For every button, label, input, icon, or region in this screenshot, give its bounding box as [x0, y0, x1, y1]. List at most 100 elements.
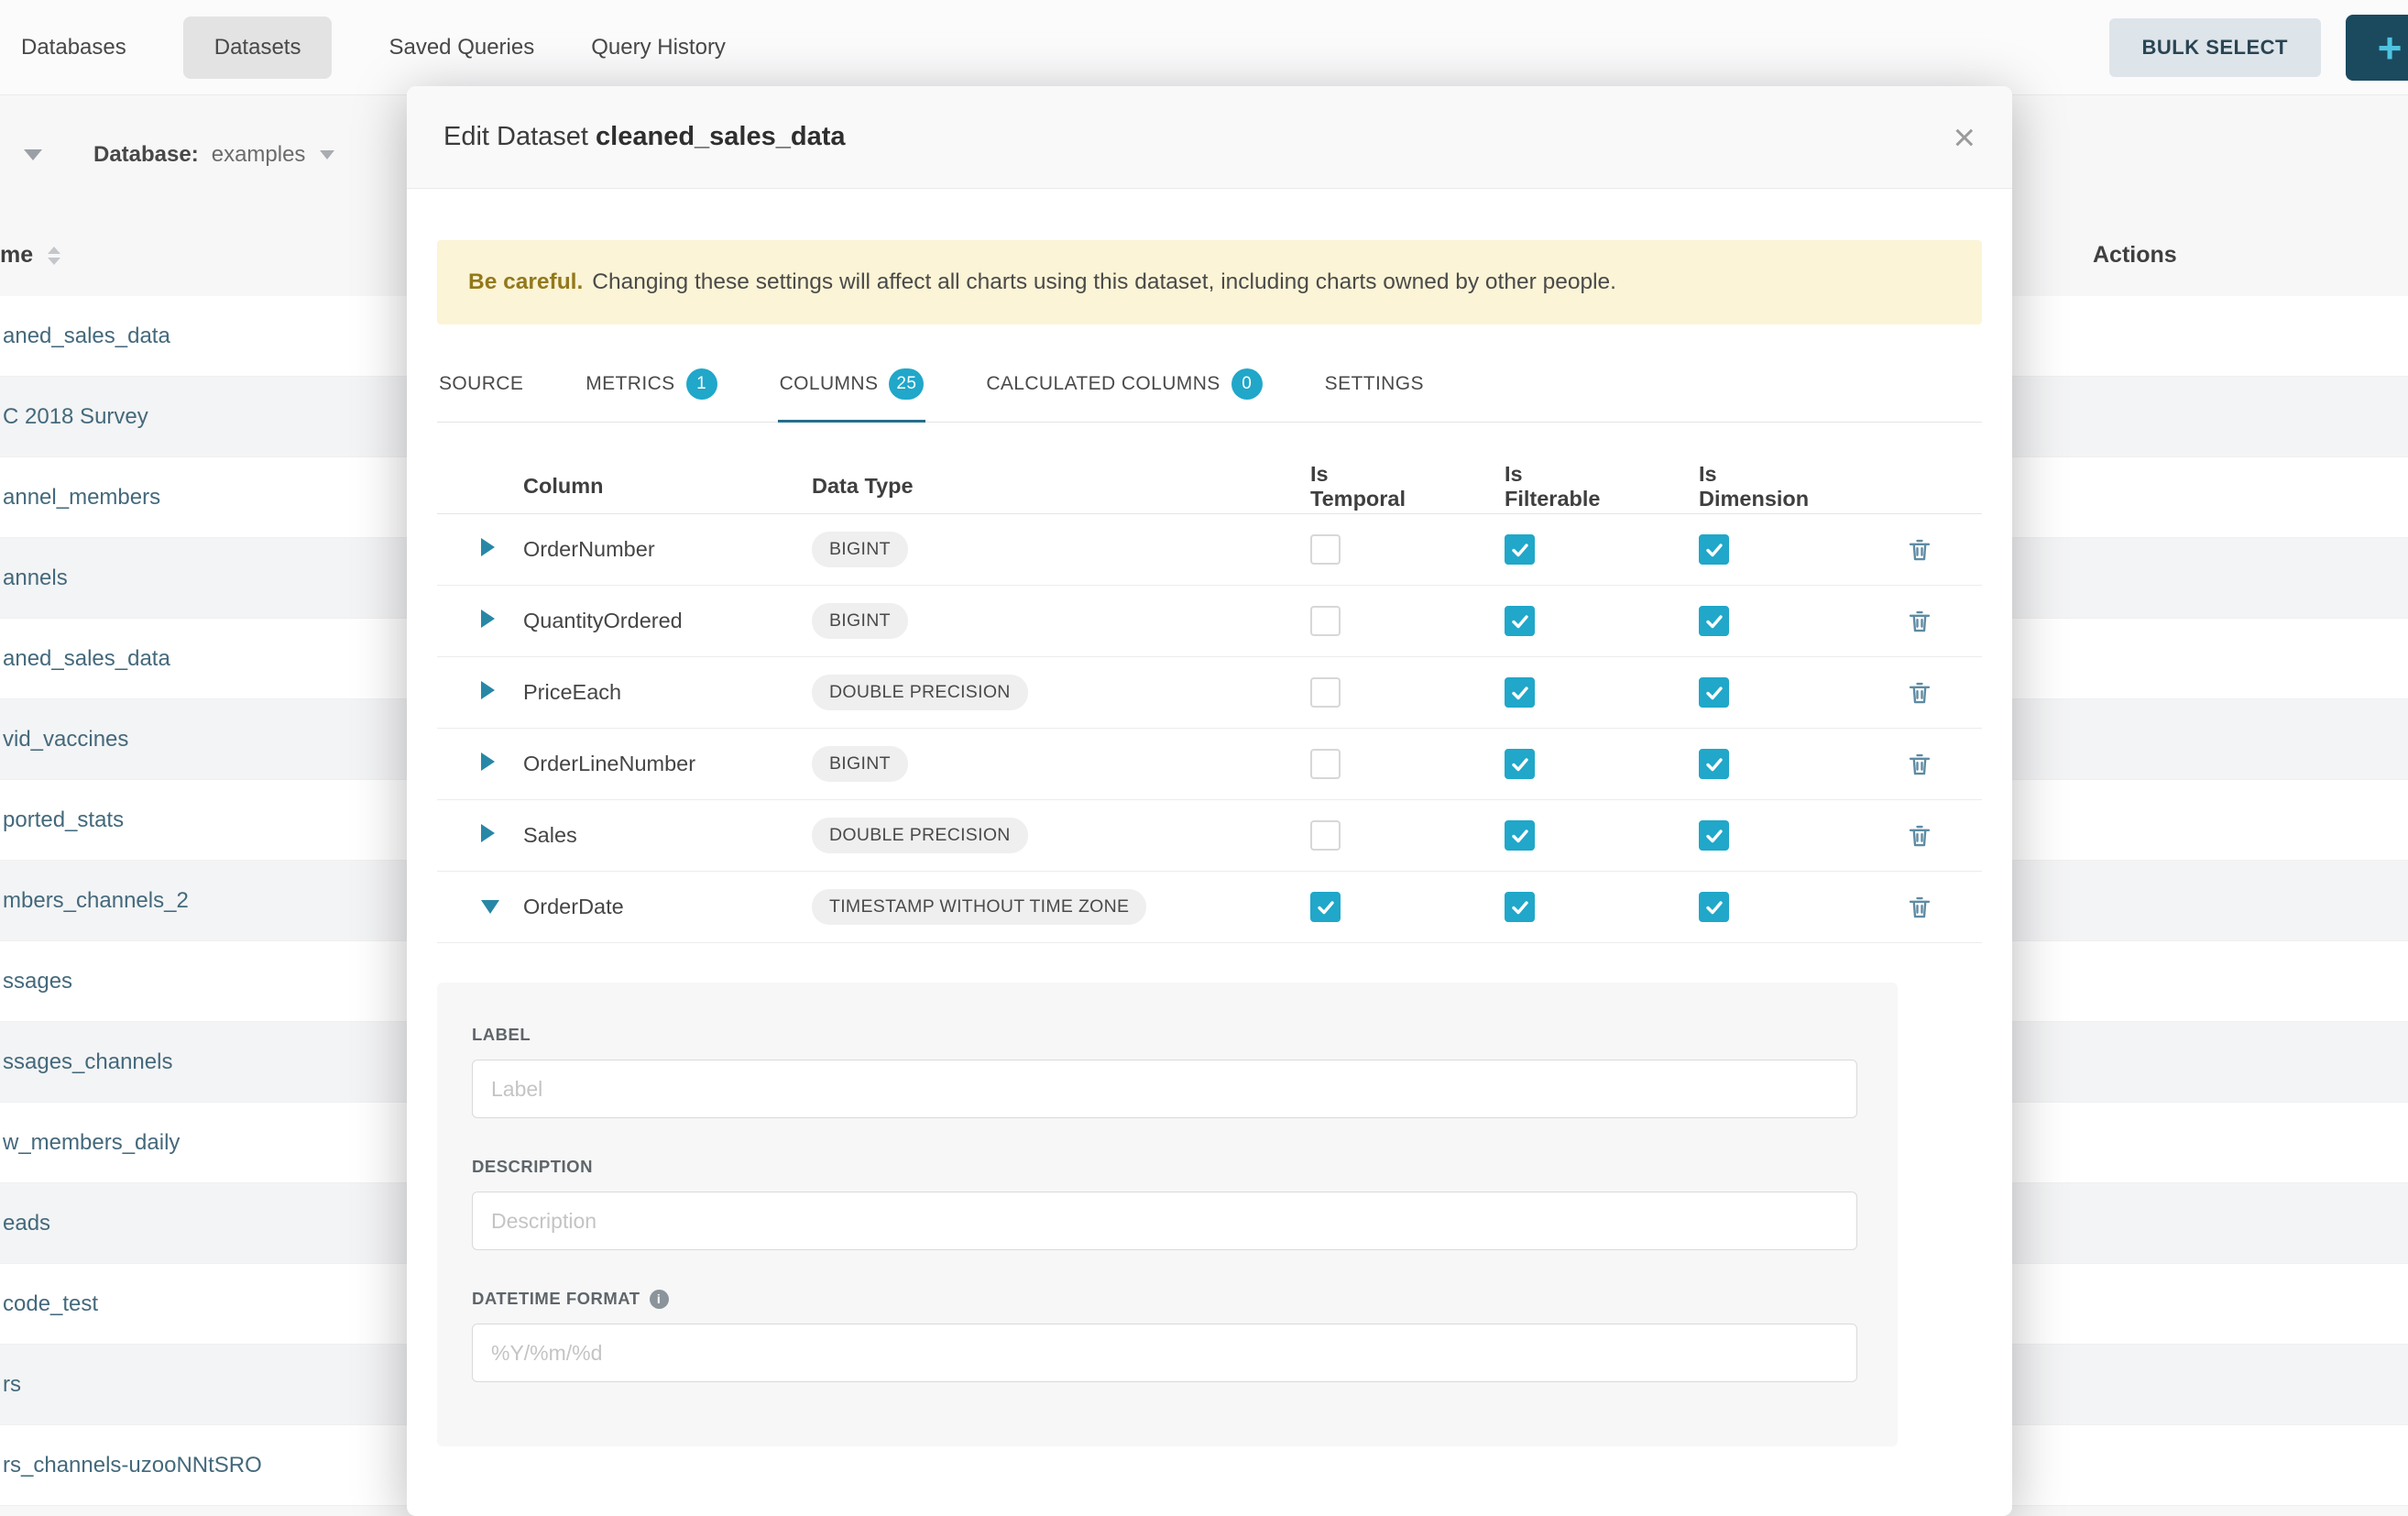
- database-filter-caret-icon[interactable]: [320, 150, 334, 159]
- plus-icon: +: [2378, 23, 2403, 72]
- dataset-link[interactable]: code_test: [3, 1291, 98, 1317]
- dataset-link[interactable]: mbers_channels_2: [3, 888, 189, 914]
- header-is-dimension: Is Dimension: [1622, 462, 1816, 511]
- nav-item-query-history[interactable]: Query History: [591, 35, 726, 60]
- dataset-link[interactable]: aned_sales_data: [3, 646, 170, 672]
- description-field-label: DESCRIPTION: [472, 1157, 1898, 1177]
- expand-caret-icon[interactable]: [481, 824, 495, 842]
- header-is-filterable: Is Filterable: [1428, 462, 1622, 511]
- delete-column-icon[interactable]: [1906, 894, 1933, 921]
- is-dimension-checkbox[interactable]: [1699, 677, 1729, 708]
- tab-label: SOURCE: [439, 373, 523, 395]
- dataset-link[interactable]: C 2018 Survey: [3, 404, 148, 430]
- dataset-link[interactable]: rs_channels-uzooNNtSRO: [3, 1453, 262, 1478]
- modal-dataset-name: cleaned_sales_data: [596, 122, 845, 151]
- is-temporal-checkbox[interactable]: [1310, 606, 1341, 636]
- is-dimension-checkbox[interactable]: [1699, 892, 1729, 922]
- delete-column-icon[interactable]: [1906, 822, 1933, 850]
- is-filterable-checkbox[interactable]: [1505, 892, 1535, 922]
- nav-item-saved-queries[interactable]: Saved Queries: [389, 35, 534, 60]
- modal-body: Be careful. Changing these settings will…: [407, 240, 2012, 1446]
- expand-caret-icon[interactable]: [481, 610, 495, 628]
- sort-icon[interactable]: [48, 247, 60, 265]
- nav-actions: BULK SELECT +: [2109, 15, 2408, 81]
- tab-label: SETTINGS: [1325, 373, 1424, 395]
- info-icon[interactable]: i: [650, 1290, 669, 1309]
- column-name: QuantityOrdered: [523, 609, 683, 632]
- is-temporal-checkbox[interactable]: [1310, 892, 1341, 922]
- expand-caret-icon[interactable]: [481, 681, 495, 699]
- is-filterable-checkbox[interactable]: [1505, 677, 1535, 708]
- dataset-link[interactable]: ported_stats: [3, 807, 124, 833]
- warning-bold-text: Be careful.: [468, 269, 583, 295]
- column-row: OrderDate TIMESTAMP WITHOUT TIME ZONE: [437, 872, 1982, 943]
- chevron-down-icon[interactable]: [24, 149, 42, 160]
- add-dataset-button[interactable]: +: [2346, 15, 2408, 81]
- name-column-header[interactable]: me: [0, 242, 33, 269]
- is-dimension-checkbox[interactable]: [1699, 606, 1729, 636]
- delete-column-icon[interactable]: [1906, 608, 1933, 635]
- dataset-link[interactable]: vid_vaccines: [3, 727, 128, 753]
- tab-badge: 25: [889, 368, 924, 400]
- column-row: Sales DOUBLE PRECISION: [437, 800, 1982, 872]
- data-type-pill: BIGINT: [812, 603, 908, 639]
- dataset-link[interactable]: annels: [3, 566, 68, 591]
- tab-columns[interactable]: COLUMNS 25: [778, 346, 926, 423]
- column-name: OrderLineNumber: [523, 752, 695, 775]
- delete-column-icon[interactable]: [1906, 751, 1933, 778]
- is-filterable-checkbox[interactable]: [1505, 534, 1535, 565]
- datetime-format-input[interactable]: [472, 1324, 1857, 1382]
- dataset-link[interactable]: aned_sales_data: [3, 324, 170, 349]
- is-temporal-checkbox[interactable]: [1310, 534, 1341, 565]
- bulk-select-button[interactable]: BULK SELECT: [2109, 18, 2322, 77]
- delete-column-icon[interactable]: [1906, 536, 1933, 564]
- is-temporal-checkbox[interactable]: [1310, 749, 1341, 779]
- tab-source[interactable]: SOURCE: [437, 346, 525, 423]
- expand-caret-icon[interactable]: [481, 753, 495, 771]
- tab-calculated-columns[interactable]: CALCULATED COLUMNS 0: [984, 346, 1264, 423]
- is-filterable-checkbox[interactable]: [1505, 749, 1535, 779]
- datetime-format-field-group: DATETIME FORMAT i: [472, 1289, 1898, 1382]
- actions-column-header: Actions: [2093, 242, 2177, 269]
- dataset-link[interactable]: ssages_channels: [3, 1049, 172, 1075]
- nav-item-datasets[interactable]: Datasets: [183, 16, 333, 79]
- is-temporal-checkbox[interactable]: [1310, 820, 1341, 851]
- label-field-group: LABEL: [472, 1025, 1898, 1118]
- description-field-group: DESCRIPTION: [472, 1157, 1898, 1250]
- tab-metrics[interactable]: METRICS 1: [584, 346, 718, 423]
- modal-header: Edit Dataset cleaned_sales_data ×: [407, 86, 2012, 189]
- modal-tabs: SOURCE METRICS 1 COLUMNS 25 CALCULATED C…: [437, 346, 1982, 423]
- is-filterable-checkbox[interactable]: [1505, 606, 1535, 636]
- column-detail-panel: LABEL DESCRIPTION DATETIME FORMAT i: [437, 983, 1898, 1446]
- dataset-link[interactable]: rs: [3, 1372, 21, 1398]
- column-name: Sales: [523, 823, 577, 847]
- header-column: Column: [523, 474, 812, 499]
- edit-dataset-modal: Edit Dataset cleaned_sales_data × Be car…: [407, 86, 2012, 1516]
- column-name: OrderNumber: [523, 537, 655, 561]
- delete-column-icon[interactable]: [1906, 679, 1933, 707]
- nav-tabs: Databases Datasets Saved Queries Query H…: [21, 16, 726, 79]
- is-dimension-checkbox[interactable]: [1699, 820, 1729, 851]
- description-input[interactable]: [472, 1192, 1857, 1250]
- expand-caret-icon[interactable]: [481, 900, 499, 914]
- dataset-link[interactable]: w_members_daily: [3, 1130, 180, 1156]
- tab-settings[interactable]: SETTINGS: [1323, 346, 1426, 423]
- data-type-pill: BIGINT: [812, 746, 908, 782]
- label-field-label: LABEL: [472, 1025, 1898, 1045]
- label-input[interactable]: [472, 1060, 1857, 1118]
- is-temporal-checkbox[interactable]: [1310, 677, 1341, 708]
- is-filterable-checkbox[interactable]: [1505, 820, 1535, 851]
- dataset-link[interactable]: eads: [3, 1211, 50, 1236]
- header-is-temporal: Is Temporal: [1233, 462, 1428, 511]
- database-filter-value[interactable]: examples: [212, 142, 306, 168]
- dataset-link[interactable]: ssages: [3, 969, 72, 994]
- expand-caret-icon[interactable]: [481, 538, 495, 556]
- column-row: OrderLineNumber BIGINT: [437, 729, 1982, 800]
- is-dimension-checkbox[interactable]: [1699, 749, 1729, 779]
- close-icon[interactable]: ×: [1953, 118, 1976, 157]
- data-type-pill: DOUBLE PRECISION: [812, 818, 1028, 853]
- dataset-link[interactable]: annel_members: [3, 485, 160, 511]
- column-row: QuantityOrdered BIGINT: [437, 586, 1982, 657]
- is-dimension-checkbox[interactable]: [1699, 534, 1729, 565]
- nav-item-databases[interactable]: Databases: [21, 35, 126, 60]
